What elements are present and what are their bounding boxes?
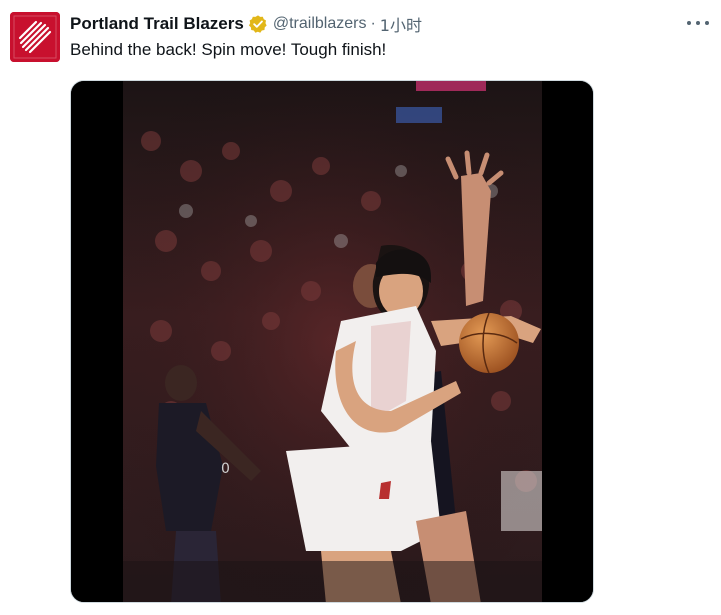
verified-badge-icon — [248, 14, 268, 34]
tweet-header: Portland Trail Blazers @trailblazers · 1… — [70, 12, 681, 36]
tweet-card[interactable]: Portland Trail Blazers @trailblazers · 1… — [0, 0, 721, 615]
more-options-button[interactable] — [687, 14, 709, 32]
author-display-name[interactable]: Portland Trail Blazers — [70, 14, 244, 34]
avatar[interactable] — [10, 12, 60, 62]
more-horizontal-icon — [687, 21, 691, 25]
basketball-play-image: 0 14 — [71, 81, 593, 602]
opponent-jersey-number: 0 — [221, 461, 230, 477]
trail-blazers-logo-icon — [10, 12, 60, 62]
tweet-video[interactable]: 0 14 — [70, 80, 594, 603]
tweet-timestamp[interactable]: 1小时 — [380, 12, 422, 36]
tweet-text: Behind the back! Spin move! Tough finish… — [70, 40, 387, 59]
author-handle[interactable]: @trailblazers — [273, 15, 367, 33]
header-separator: · — [370, 15, 376, 32]
